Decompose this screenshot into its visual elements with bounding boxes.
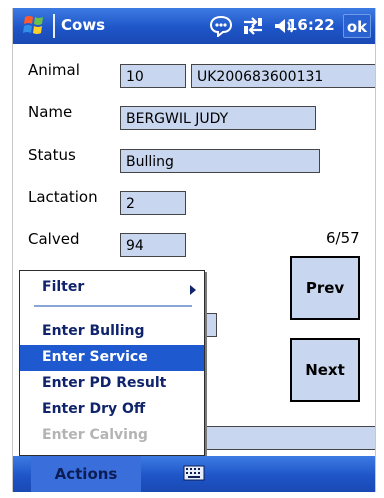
- device-frame: Cows 16:22 ok Animal 10 UK200683600131 N…: [0, 0, 384, 498]
- actions-softkey[interactable]: Actions: [31, 456, 141, 492]
- name-label: Name: [28, 103, 73, 121]
- keyboard-icon[interactable]: [183, 465, 205, 485]
- status-label: Status: [28, 146, 76, 164]
- calved-label: Calved: [28, 230, 80, 248]
- menu-item-enter-pd-result[interactable]: Enter PD Result: [20, 371, 204, 397]
- menu-item-enter-calving: Enter Calving: [20, 423, 204, 449]
- ok-button[interactable]: ok: [343, 14, 371, 38]
- softkey-bar: Actions: [13, 456, 375, 492]
- title-bar: Cows 16:22 ok: [13, 8, 375, 44]
- menu-item-label: Enter PD Result: [42, 375, 167, 391]
- next-button[interactable]: Next: [290, 338, 360, 402]
- animal-number-field[interactable]: 10: [120, 64, 186, 88]
- app-title: Cows: [61, 16, 106, 34]
- menu-item-label: Enter Calving: [42, 427, 148, 443]
- title-separator: [53, 14, 55, 38]
- menu-item-enter-service[interactable]: Enter Service: [20, 345, 204, 371]
- screen: Cows 16:22 ok Animal 10 UK200683600131 N…: [12, 8, 376, 492]
- windows-start-icon[interactable]: [21, 13, 49, 39]
- name-field[interactable]: BERGWIL JUDY: [120, 106, 316, 130]
- menu-separator: [34, 305, 192, 307]
- menu-item-label: Enter Service: [42, 349, 148, 365]
- connectivity-icon[interactable]: [241, 15, 265, 37]
- submenu-arrow-icon: [190, 283, 196, 299]
- lactation-label: Lactation: [28, 188, 98, 206]
- status-field[interactable]: Bulling: [120, 149, 320, 173]
- calved-field[interactable]: 94: [120, 233, 186, 257]
- prev-button[interactable]: Prev: [290, 256, 360, 320]
- menu-item-label: Enter Bulling: [42, 323, 145, 339]
- menu-item-enter-dry-off[interactable]: Enter Dry Off: [20, 397, 204, 423]
- hidden-field-3[interactable]: [183, 426, 375, 450]
- record-counter: 6/57: [326, 229, 360, 247]
- lactation-field[interactable]: 2: [120, 191, 186, 215]
- next-button-label: Next: [305, 361, 345, 379]
- menu-item-filter[interactable]: Filter: [20, 275, 204, 301]
- menu-item-label: Enter Dry Off: [42, 401, 146, 417]
- animal-label: Animal: [28, 61, 80, 79]
- actions-menu: Filter Enter Bulling Enter Service Enter…: [19, 270, 205, 456]
- prev-button-label: Prev: [305, 279, 345, 297]
- menu-item-label: Filter: [42, 279, 85, 295]
- notification-bubble-icon[interactable]: [209, 15, 233, 37]
- menu-item-enter-bulling[interactable]: Enter Bulling: [20, 319, 204, 345]
- animal-tag-field[interactable]: UK200683600131: [191, 64, 375, 88]
- status-icons: [209, 13, 297, 39]
- clock[interactable]: 16:22: [287, 16, 335, 34]
